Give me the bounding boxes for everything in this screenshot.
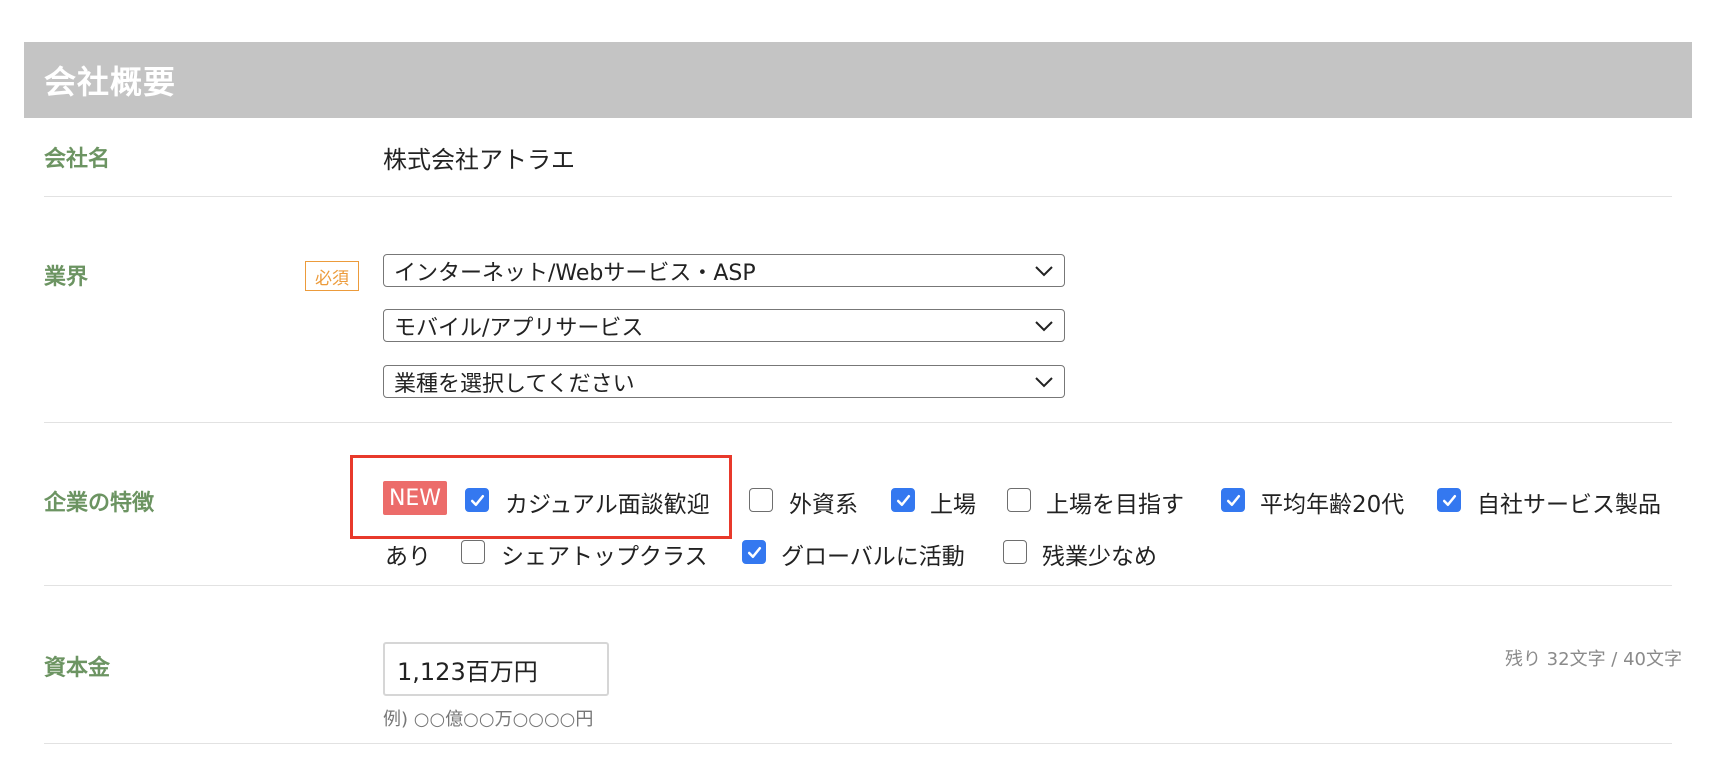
chevron-down-icon [1035,376,1053,387]
divider [44,422,1672,423]
capital-label: 資本金 [44,656,111,681]
option-label-avg-age-20s: 平均年齢20代 [1260,492,1405,518]
chevron-down-icon [1035,320,1053,331]
industry-select-3-value: 業種を選択してください [394,371,635,397]
checkbox-less-overtime[interactable] [1003,540,1027,564]
checkmark-icon [1226,494,1240,506]
checkbox-own-service[interactable] [1437,488,1461,512]
option-label-foreign-capital: 外資系 [789,492,858,518]
checkbox-top-share[interactable] [461,540,485,564]
checkbox-aiming-listing[interactable] [1007,488,1031,512]
section-title: 会社概要 [44,63,177,101]
chevron-down-icon [1035,265,1053,276]
industry-select-2[interactable]: モバイル/アプリサービス [383,309,1065,342]
company-name-value: 株式会社アトラエ [383,146,575,174]
checkbox-listed[interactable] [891,488,915,512]
checkbox-foreign-capital[interactable] [749,488,773,512]
character-counter: 残り 32文字 / 40文字 [1504,649,1682,670]
industry-select-2-value: モバイル/アプリサービス [394,315,644,341]
capital-hint: 例) ○○億○○万○○○○円 [383,709,594,730]
divider [44,196,1672,197]
option-label-casual-interview: カジュアル面談歓迎 [505,492,710,518]
features-label: 企業の特徴 [44,491,155,516]
checkmark-icon [896,494,910,506]
divider [44,743,1672,744]
option-label-own-service: 自社サービス製品 [1477,492,1661,518]
checkbox-global[interactable] [742,540,766,564]
option-label-aiming-listing: 上場を目指す [1046,492,1184,518]
industry-label: 業界 [44,265,89,290]
option-label-less-overtime: 残業少なめ [1042,544,1157,570]
option-label-top-share: シェアトップクラス [501,544,708,570]
checkbox-avg-age-20s[interactable] [1221,488,1245,512]
option-label-continuation: あり [385,544,431,570]
industry-select-1[interactable]: インターネット/Webサービス・ASP [383,254,1065,287]
option-label-listed: 上場 [930,492,976,518]
divider [44,585,1672,586]
checkmark-icon [747,546,761,558]
industry-select-1-value: インターネット/Webサービス・ASP [394,260,756,286]
option-label-global: グローバルに活動 [781,544,965,570]
industry-select-3[interactable]: 業種を選択してください [383,365,1065,398]
checkmark-icon [470,494,484,506]
company-name-label: 会社名 [44,147,111,172]
section-header: 会社概要 [24,42,1692,118]
capital-input[interactable] [383,642,609,696]
checkbox-casual-interview[interactable] [465,488,489,512]
new-badge: NEW [383,481,447,515]
required-badge: 必須 [305,261,359,291]
checkmark-icon [1442,494,1456,506]
